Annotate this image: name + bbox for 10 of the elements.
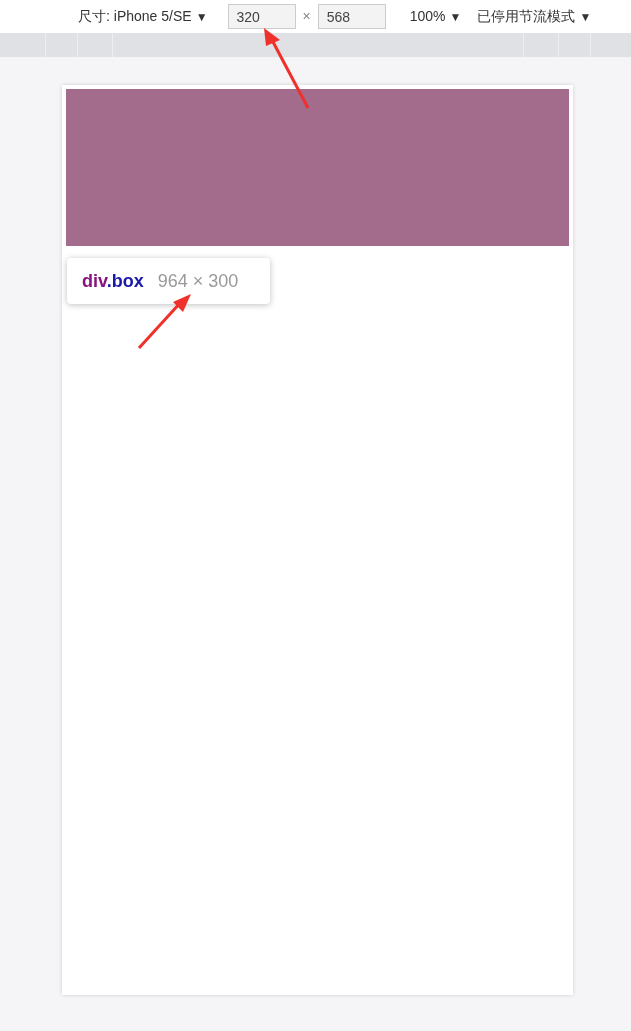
width-field[interactable]: 320 xyxy=(227,4,296,29)
zoom-dropdown[interactable]: 100% ▼ xyxy=(409,6,462,27)
times-separator: × xyxy=(302,7,311,26)
element-size: 964 × 300 xyxy=(157,269,239,293)
arrow-annotation xyxy=(137,292,193,350)
element-tag: div xyxy=(82,270,107,291)
height-field[interactable]: 568 xyxy=(317,4,386,29)
device-dropdown[interactable]: 尺寸: iPhone 5/SE ▼ xyxy=(78,6,208,27)
element-class: .box xyxy=(106,270,144,291)
throttle-dropdown[interactable]: 已停用节流模式 ▼ xyxy=(477,6,592,27)
